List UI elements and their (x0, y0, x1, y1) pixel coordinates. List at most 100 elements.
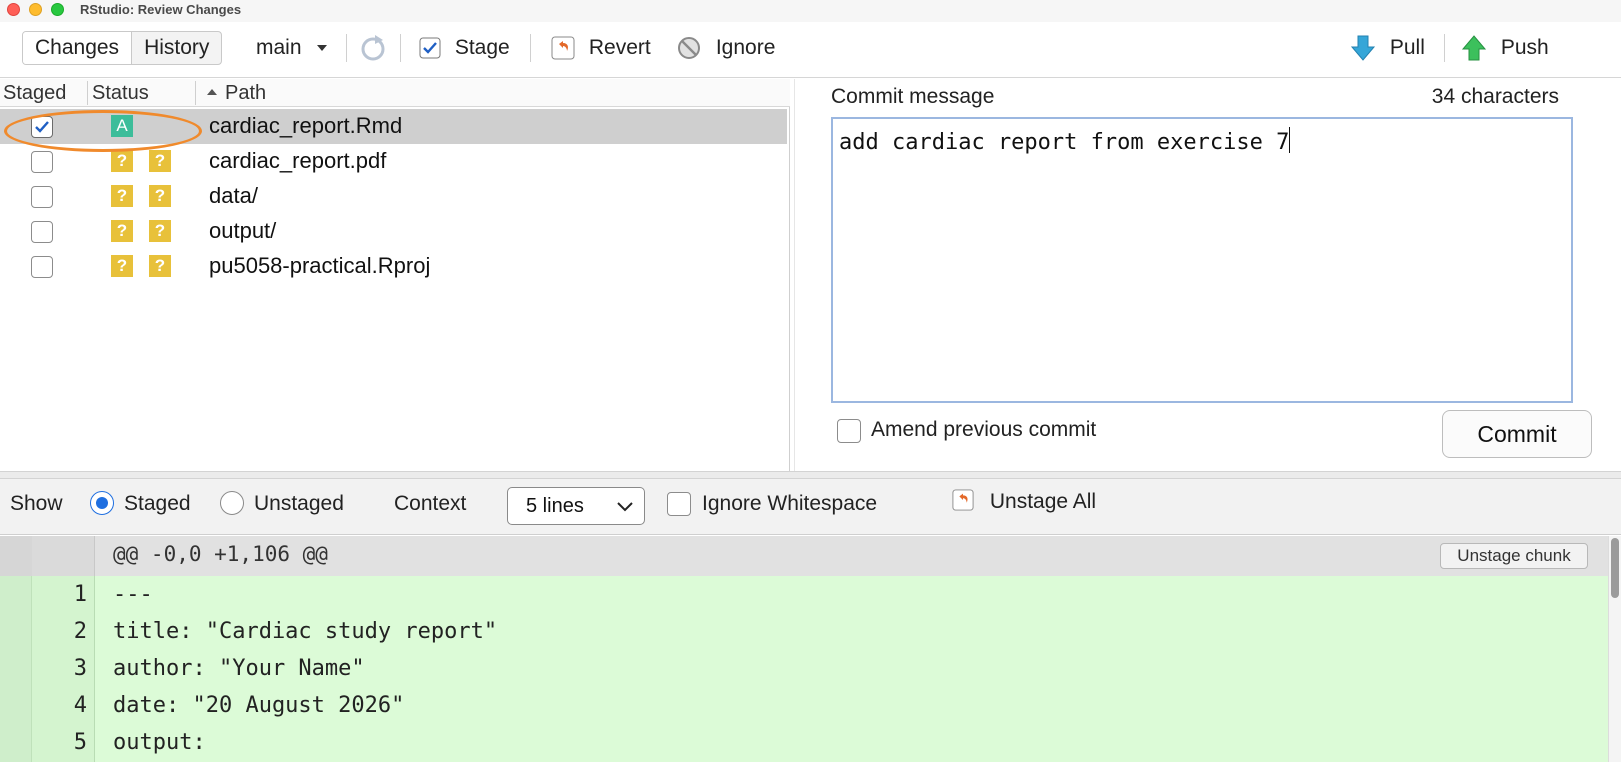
ignore-whitespace-label[interactable]: Ignore Whitespace (702, 492, 877, 516)
file-path: cardiac_report.pdf (209, 148, 387, 173)
line-number: 1 (73, 582, 87, 607)
file-row[interactable]: ? ? output/ (0, 214, 787, 249)
push-arrow-up-icon (1461, 35, 1487, 61)
context-lines-select[interactable]: 5 lines (507, 487, 645, 525)
pane-splitter[interactable] (0, 471, 1621, 479)
ignore-whitespace-checkbox[interactable] (667, 492, 691, 516)
status-badge-untracked: ? (111, 220, 133, 242)
pull-button[interactable]: Pull (1350, 32, 1425, 64)
commit-button[interactable]: Commit (1442, 410, 1592, 458)
branch-name: main (256, 36, 302, 59)
status-badge-untracked: ? (149, 150, 171, 172)
status-badge-untracked: ? (149, 255, 171, 277)
diff-vertical-scrollbar[interactable] (1608, 536, 1621, 762)
revert-icon (551, 36, 575, 60)
stage-label: Stage (454, 36, 510, 59)
ignore-label: Ignore (715, 36, 776, 59)
staged-checkbox[interactable] (31, 256, 53, 278)
ignore-button[interactable]: Ignore (676, 32, 775, 64)
line-number: 4 (73, 693, 87, 718)
zoom-window-button[interactable] (51, 3, 64, 16)
file-path: pu5058-practical.Rproj (209, 253, 431, 278)
line-text: title: "Cardiac study report" (113, 619, 498, 644)
commit-message-text: add cardiac report from exercise 7 (839, 130, 1290, 155)
revert-icon (952, 489, 974, 511)
pull-arrow-down-icon (1350, 35, 1376, 62)
close-window-button[interactable] (7, 3, 20, 16)
file-path: output/ (209, 218, 277, 243)
refresh-icon (361, 35, 385, 61)
file-row[interactable]: ? ? pu5058-practical.Rproj (0, 249, 787, 284)
context-lines-value: 5 lines (526, 495, 584, 517)
stage-button[interactable]: Stage (419, 32, 510, 64)
push-label: Push (1500, 36, 1549, 59)
hunk-header: @@ -0,0 +1,106 @@ (113, 542, 328, 566)
column-header-path[interactable]: Path (205, 79, 266, 107)
commit-message-input[interactable]: add cardiac report from exercise 7 (831, 117, 1573, 403)
view-switcher: Changes History (22, 31, 223, 65)
tab-history[interactable]: History (132, 32, 221, 64)
diff-view: @@ -0,0 +1,106 @@ Unstage chunk 1 --- 2 … (0, 536, 1621, 762)
hunk-header-row: @@ -0,0 +1,106 @@ Unstage chunk (0, 536, 1608, 576)
revert-button[interactable]: Revert (551, 32, 651, 64)
ignore-icon (678, 37, 700, 60)
staged-checkbox[interactable] (31, 151, 53, 173)
line-number: 3 (73, 656, 87, 681)
column-header-status[interactable]: Status (92, 79, 149, 107)
file-row[interactable]: ? ? data/ (0, 179, 787, 214)
toolbar-separator (400, 34, 401, 62)
staged-radio[interactable] (90, 491, 114, 515)
diff-line: 5 output: (0, 724, 1608, 762)
line-text: output: (113, 730, 206, 755)
caret-down-icon (317, 45, 328, 52)
window-title: RStudio: Review Changes (80, 2, 242, 17)
highlight-annotation-ring (4, 110, 202, 152)
checkbox-check-icon (419, 37, 441, 59)
line-text: date: "20 August 2026" (113, 693, 405, 718)
commit-pane: Commit message 34 characters add cardiac… (794, 79, 1621, 471)
column-divider (87, 81, 88, 105)
sort-ascending-icon (207, 89, 217, 95)
file-list-header: Staged Status Path (0, 79, 790, 107)
diff-line: 4 date: "20 August 2026" (0, 687, 1608, 725)
line-text: author: "Your Name" (113, 656, 365, 681)
staged-checkbox[interactable] (31, 221, 53, 243)
status-badge-untracked: ? (111, 255, 133, 277)
column-header-staged[interactable]: Staged (3, 79, 66, 107)
refresh-button[interactable] (358, 32, 388, 64)
unstaged-radio-label[interactable]: Unstaged (254, 492, 344, 516)
line-number: 5 (73, 730, 87, 755)
toolbar-separator (1444, 34, 1445, 62)
minimize-window-button[interactable] (29, 3, 42, 16)
toolbar-separator (346, 34, 347, 62)
status-badge-untracked: ? (149, 185, 171, 207)
text-caret (1289, 127, 1291, 153)
hunk-gutter (32, 536, 95, 576)
revert-label: Revert (588, 36, 651, 59)
branch-selector[interactable]: main (256, 32, 329, 64)
file-path: cardiac_report.Rmd (209, 113, 403, 138)
scrollbar-thumb[interactable] (1611, 538, 1619, 598)
file-path: data/ (209, 183, 258, 208)
context-label: Context (394, 492, 467, 515)
diff-line: 2 title: "Cardiac study report" (0, 613, 1608, 651)
unstage-all-label: Unstage All (989, 490, 1097, 513)
line-text: --- (113, 582, 153, 607)
staged-radio-label[interactable]: Staged (124, 492, 191, 516)
amend-previous-commit-checkbox[interactable] (837, 419, 861, 443)
character-count: 34 characters (1431, 85, 1559, 108)
review-toolbar: Changes History main Stage Revert Ignore… (0, 22, 1621, 78)
window-titlebar: RStudio: Review Changes (0, 0, 1621, 22)
unstaged-radio[interactable] (220, 491, 244, 515)
diff-toolbar: Show Staged Unstaged Context 5 lines Ign… (0, 479, 1621, 535)
amend-previous-commit-label[interactable]: Amend previous commit (871, 418, 1096, 442)
commit-message-label: Commit message (831, 85, 995, 108)
unstage-chunk-button[interactable]: Unstage chunk (1440, 543, 1588, 569)
diff-line: 1 --- (0, 576, 1608, 614)
unstage-all-button[interactable]: Unstage All (952, 489, 1096, 514)
staged-checkbox[interactable] (31, 186, 53, 208)
tab-changes[interactable]: Changes (23, 32, 133, 64)
status-badge-untracked: ? (111, 185, 133, 207)
show-label: Show (10, 492, 63, 515)
push-button[interactable]: Push (1461, 32, 1549, 64)
